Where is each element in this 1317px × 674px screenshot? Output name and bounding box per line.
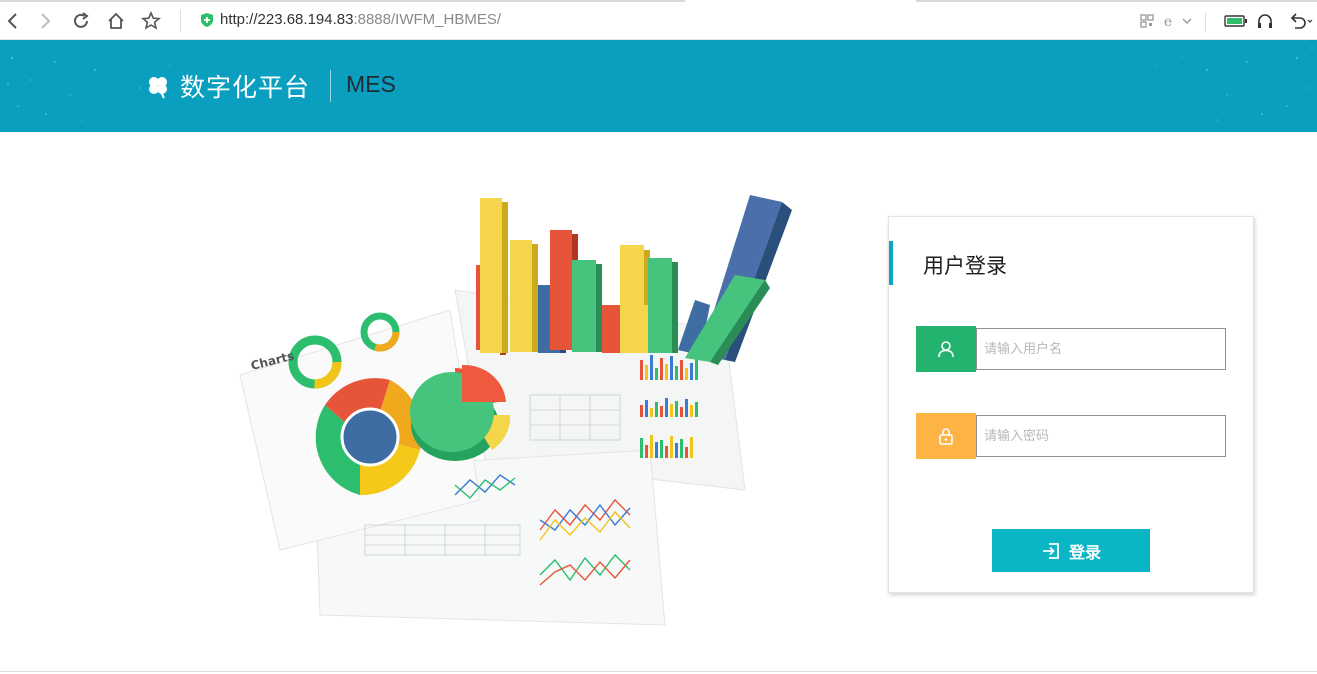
toolbar-divider — [1205, 12, 1206, 32]
username-input[interactable] — [976, 328, 1226, 370]
home-icon[interactable] — [105, 10, 127, 32]
user-icon — [916, 326, 976, 372]
login-button[interactable]: 登录 — [992, 529, 1150, 572]
password-field — [916, 413, 1226, 459]
undo-icon[interactable] — [1288, 12, 1314, 30]
svg-text:e: e — [1164, 14, 1172, 30]
title-accent-bar — [889, 241, 893, 285]
tab-strip-edge — [916, 0, 1317, 2]
login-panel: 用户登录 登录 — [888, 216, 1254, 593]
password-input[interactable] — [976, 415, 1226, 457]
bar-chart-3d-drawing — [476, 195, 792, 365]
star-icon[interactable] — [140, 10, 162, 32]
shield-icon — [201, 13, 213, 27]
qr-code-icon[interactable] — [1138, 12, 1156, 30]
app-header: 数字化平台 MES — [0, 40, 1317, 132]
login-button-label: 登录 — [1068, 542, 1101, 562]
footer-divider — [0, 671, 1317, 672]
clover-logo-icon — [149, 77, 167, 99]
ie-compat-icon[interactable]: e — [1159, 12, 1177, 30]
tab-strip-edge — [0, 0, 685, 2]
battery-icon[interactable] — [1224, 12, 1248, 30]
brand: 数字化平台 — [145, 70, 310, 102]
toolbar-divider — [180, 10, 181, 32]
reload-icon[interactable] — [70, 10, 92, 32]
login-title: 用户登录 — [923, 254, 1007, 278]
browser-toolbar: http://223.68.194.83:8888/IWFM_HBMES/ e — [0, 0, 1317, 40]
system-name: MES — [346, 71, 396, 97]
back-arrow-icon[interactable] — [2, 10, 24, 32]
headphones-icon[interactable] — [1256, 12, 1274, 30]
address-bar[interactable]: http://223.68.194.83:8888/IWFM_HBMES/ — [220, 11, 501, 28]
url-host: http://223.68.194.83 — [220, 11, 354, 28]
url-path: :8888/IWFM_HBMES/ — [353, 11, 501, 28]
charts-illustration: Charts — [239, 195, 792, 626]
forward-arrow-icon[interactable] — [34, 10, 56, 32]
sign-in-icon — [1042, 542, 1059, 559]
brand-divider — [330, 70, 331, 102]
username-field — [916, 326, 1226, 372]
header-decoration — [1156, 47, 1313, 121]
lock-icon — [916, 413, 976, 459]
brand-name: 数字化平台 — [180, 73, 311, 102]
chevron-down-icon[interactable] — [1181, 12, 1193, 30]
